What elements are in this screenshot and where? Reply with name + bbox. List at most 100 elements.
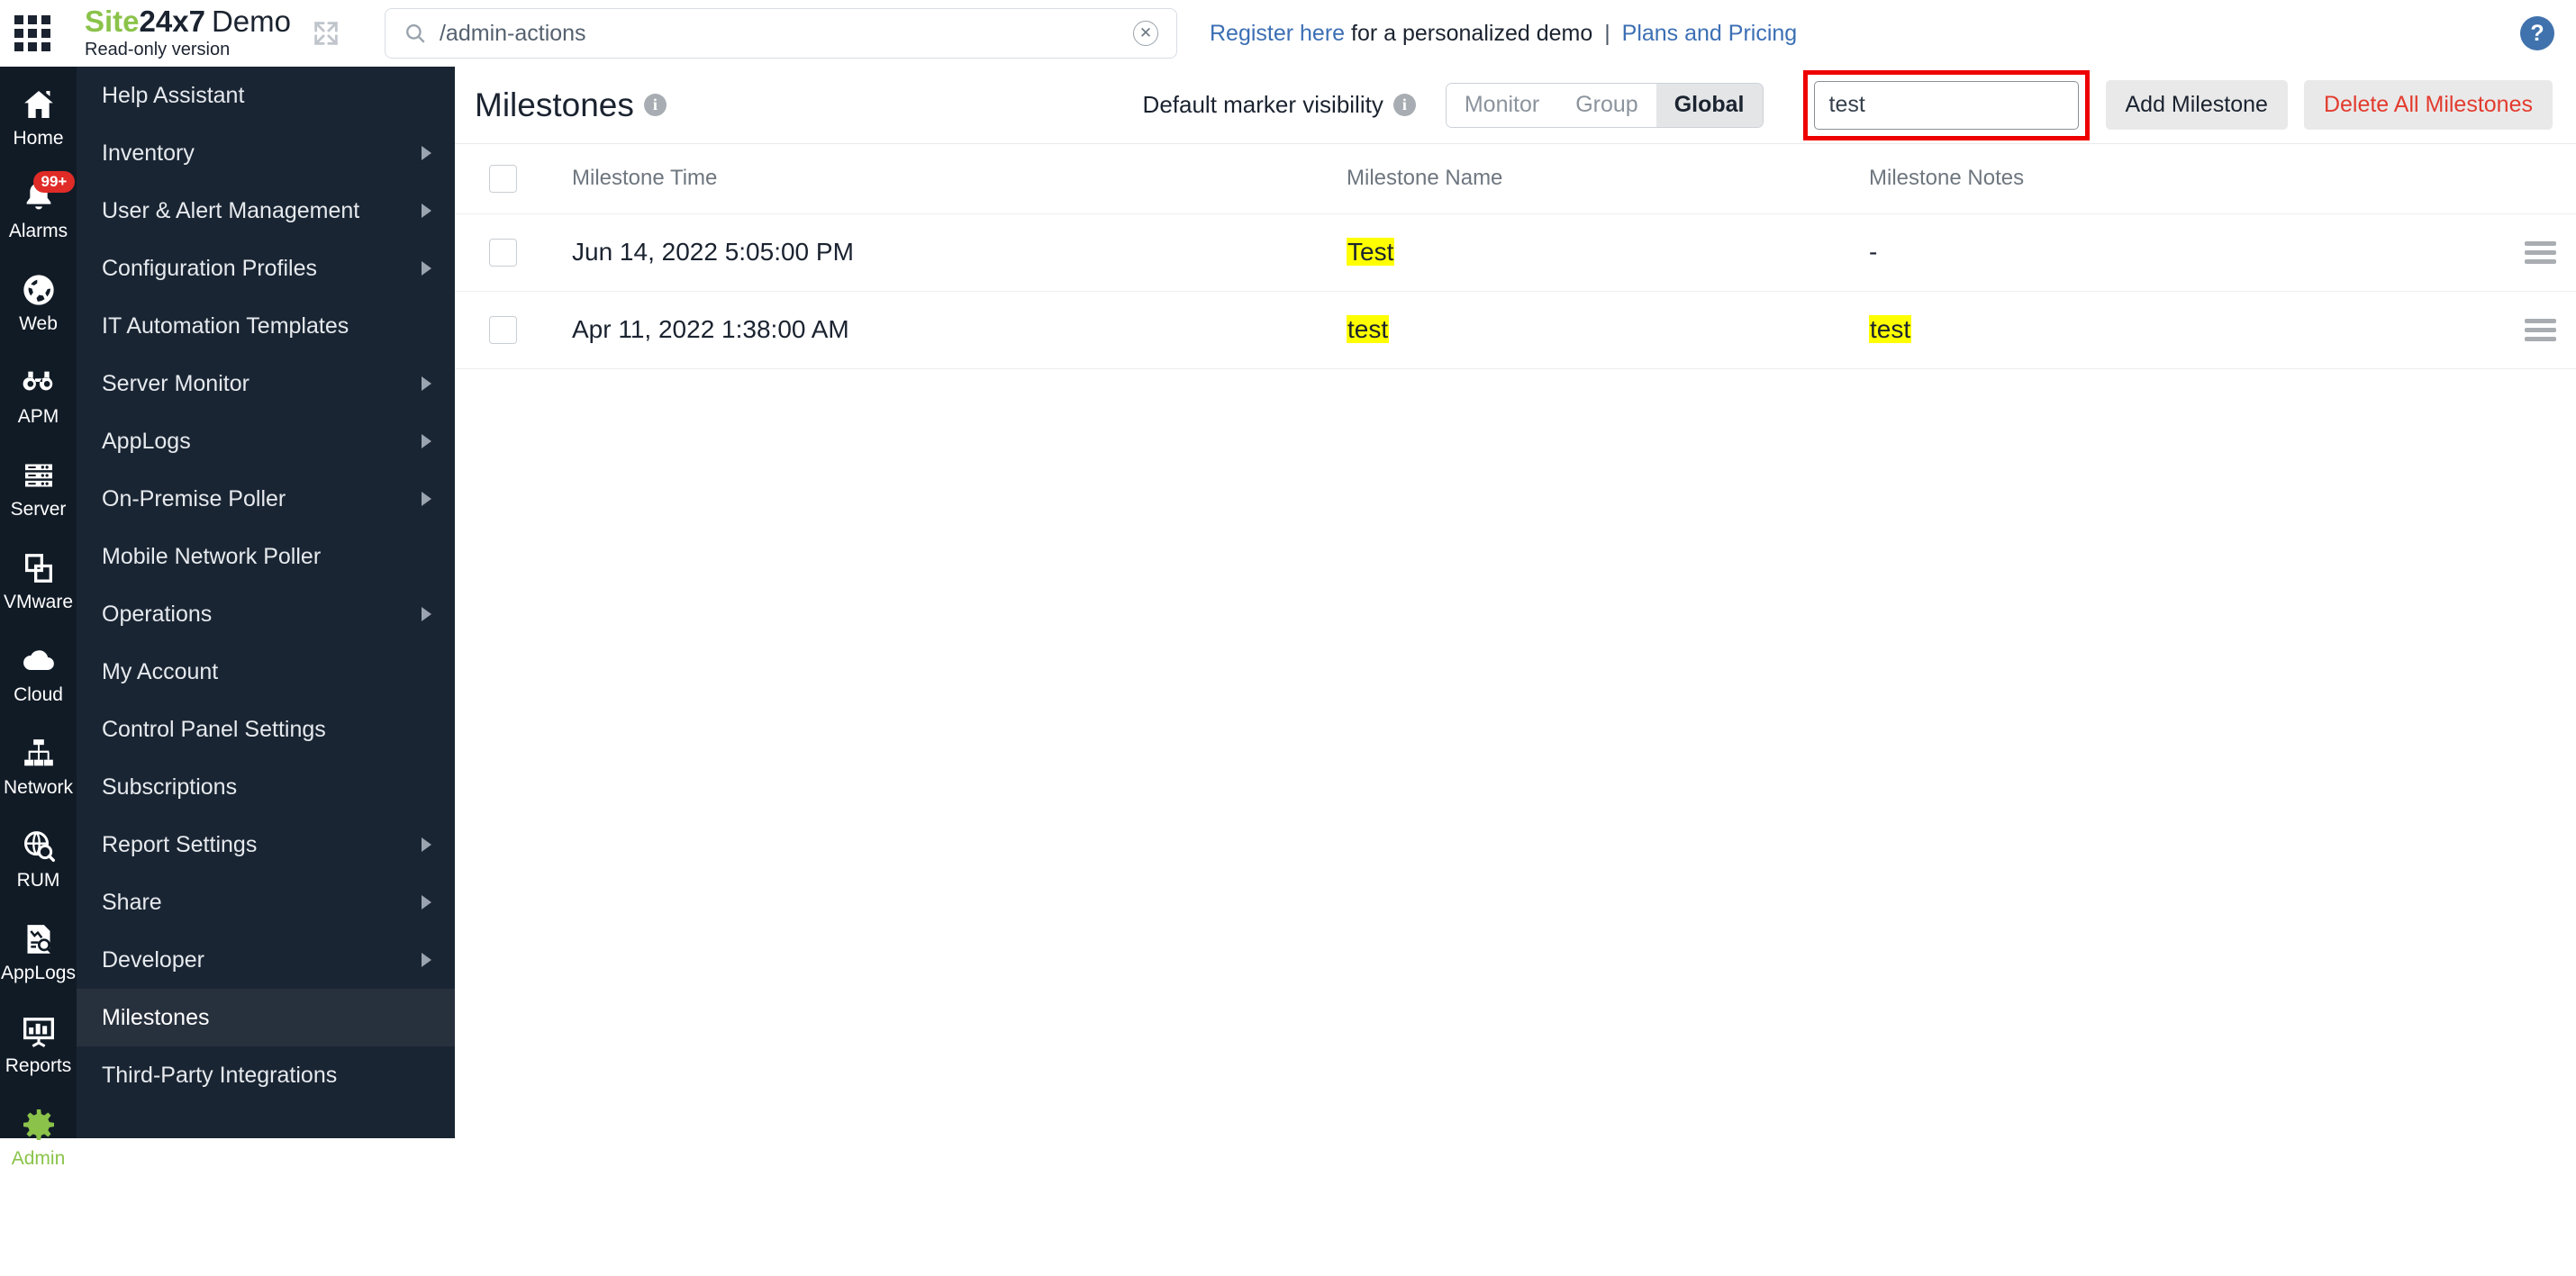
menu-item-applogs[interactable]: AppLogs — [77, 412, 455, 470]
cloud-icon — [21, 640, 57, 682]
menu-item-it-automation-templates[interactable]: IT Automation Templates — [77, 297, 455, 355]
menu-item-inventory[interactable]: Inventory — [77, 124, 455, 182]
rail-item-label: VMware — [3, 592, 74, 612]
column-header-name[interactable]: Milestone Name — [1347, 144, 1869, 214]
menu-item-label: Server Monitor — [102, 370, 249, 396]
row-drag-handle-icon[interactable] — [2525, 318, 2556, 341]
column-header-time[interactable]: Milestone Time — [572, 144, 1347, 214]
rum-globe-search-icon — [21, 826, 57, 867]
row-select-cell — [455, 213, 572, 292]
info-icon[interactable]: i — [1392, 94, 1416, 116]
rail-item-rum[interactable]: RUM — [0, 812, 77, 905]
toolbar: Default marker visibility i Monitor Group… — [1142, 69, 2553, 140]
icon-rail: Home 99+ Alarms Web APM Server VMware Cloud Netw… — [0, 67, 77, 1262]
rail-item-label: Web — [19, 313, 58, 334]
rail-item-web[interactable]: Web — [0, 256, 77, 348]
vmware-layers-icon — [21, 548, 57, 589]
search-icon — [406, 24, 425, 43]
menu-item-control-panel-settings[interactable]: Control Panel Settings — [77, 701, 455, 758]
chevron-right-icon — [422, 434, 431, 448]
row-checkbox[interactable] — [489, 315, 517, 344]
edit-icon — [21, 1197, 57, 1238]
row-drag-handle-icon[interactable] — [2525, 240, 2556, 264]
add-milestone-button[interactable]: Add Milestone — [2105, 80, 2288, 130]
register-here-link[interactable]: Register here — [1210, 21, 1345, 46]
menu-item-label: Help Assistant — [102, 82, 245, 108]
milestone-notes-text: test — [1869, 315, 1912, 343]
cell-milestone-notes: - — [1869, 213, 2468, 292]
menu-item-label: User & Alert Management — [102, 197, 360, 223]
menu-item-my-account[interactable]: My Account — [77, 643, 455, 701]
rail-item-apm[interactable]: APM — [0, 348, 77, 441]
chevron-right-icon — [422, 837, 431, 852]
filter-search-input[interactable]: test — [1813, 80, 2079, 130]
menu-item-server-monitor[interactable]: Server Monitor — [77, 355, 455, 412]
clear-icon[interactable]: ✕ — [1132, 21, 1158, 46]
menu-item-mobile-network-poller[interactable]: Mobile Network Poller — [77, 528, 455, 585]
rail-item-alarms[interactable]: 99+ Alarms — [0, 163, 77, 256]
chevron-right-icon — [422, 146, 431, 160]
rail-item-vmware[interactable]: VMware — [0, 534, 77, 627]
select-all-cell — [455, 144, 572, 214]
network-icon — [21, 733, 57, 774]
menu-item-third-party-integrations[interactable]: Third-Party Integrations — [77, 1046, 455, 1104]
menu-item-user-alert-management[interactable]: User & Alert Management — [77, 182, 455, 240]
menu-item-on-premise-poller[interactable]: On-Premise Poller — [77, 470, 455, 528]
cell-row-actions — [2468, 291, 2576, 369]
menu-item-label: On-Premise Poller — [102, 485, 286, 511]
page-title: Milestones — [475, 86, 634, 123]
menu-item-label: Inventory — [102, 140, 195, 166]
menu-item-label: IT Automation Templates — [102, 312, 349, 339]
plans-and-pricing-link[interactable]: Plans and Pricing — [1622, 21, 1798, 46]
rail-item-reports[interactable]: Reports — [0, 998, 77, 1090]
menu-item-developer[interactable]: Developer — [77, 931, 455, 989]
column-header-notes[interactable]: Milestone Notes — [1869, 144, 2468, 214]
menu-item-label: AppLogs — [102, 428, 191, 454]
rail-item-label: Reports — [5, 1055, 72, 1076]
segment-monitor[interactable]: Monitor — [1446, 83, 1558, 127]
info-icon[interactable]: i — [643, 94, 667, 116]
menu-item-configuration-profiles[interactable]: Configuration Profiles — [77, 240, 455, 297]
help-icon[interactable]: ? — [2520, 16, 2554, 50]
global-search-input[interactable]: /admin-actions — [440, 21, 1133, 47]
brand-demo: Demo — [211, 5, 291, 38]
rail-item-server[interactable]: Server — [0, 441, 77, 534]
chevron-right-icon — [422, 492, 431, 506]
menu-item-help-assistant[interactable]: Help Assistant — [77, 67, 455, 124]
binoculars-icon — [21, 362, 57, 403]
brand-logo[interactable]: Site24x7 Demo Read-only version — [85, 6, 291, 60]
rail-item-home[interactable]: Home — [0, 70, 77, 163]
rail-item-applogs[interactable]: AppLogs — [0, 905, 77, 998]
page-header: Milestones i Default marker visibility i… — [455, 67, 2576, 144]
menu-item-subscriptions[interactable]: Subscriptions — [77, 758, 455, 816]
chevron-right-icon — [422, 953, 431, 967]
filter-search-highlight: test — [1802, 69, 2090, 140]
marker-visibility-segmented[interactable]: Monitor Group Global — [1445, 82, 1764, 128]
segment-global[interactable]: Global — [1655, 83, 1763, 127]
expand-fullscreen-icon[interactable] — [311, 18, 341, 49]
apps-grid-icon[interactable] — [13, 14, 52, 53]
menu-item-milestones[interactable]: Milestones — [77, 989, 455, 1046]
rail-item-network[interactable]: Network — [0, 719, 77, 812]
rail-item-cloud[interactable]: Cloud — [0, 627, 77, 719]
rail-item-label: APM — [17, 406, 59, 427]
menu-item-report-settings[interactable]: Report Settings — [77, 816, 455, 873]
menu-item-operations[interactable]: Operations — [77, 585, 455, 643]
rail-item-admin[interactable]: Admin — [0, 1090, 77, 1183]
home-icon — [21, 84, 57, 125]
table-row[interactable]: Apr 11, 2022 1:38:00 AM test test — [455, 291, 2576, 369]
global-search[interactable]: /admin-actions ✕ — [384, 8, 1177, 59]
menu-item-share[interactable]: Share — [77, 873, 455, 931]
row-checkbox[interactable] — [489, 238, 517, 267]
main-content: Milestones i Default marker visibility i… — [455, 67, 2576, 1138]
rail-item-edit[interactable]: Edit — [0, 1183, 77, 1276]
marker-visibility-label: Default marker visibility — [1142, 91, 1383, 118]
segment-group[interactable]: Group — [1557, 83, 1656, 127]
delete-all-milestones-button[interactable]: Delete All Milestones — [2303, 80, 2553, 130]
menu-item-label: Configuration Profiles — [102, 255, 318, 281]
rail-item-label: Home — [13, 128, 64, 149]
menu-item-label: Operations — [102, 601, 213, 627]
table-row[interactable]: Jun 14, 2022 5:05:00 PM Test - — [455, 213, 2576, 292]
select-all-checkbox[interactable] — [489, 164, 517, 193]
menu-item-label: Subscriptions — [102, 774, 238, 800]
